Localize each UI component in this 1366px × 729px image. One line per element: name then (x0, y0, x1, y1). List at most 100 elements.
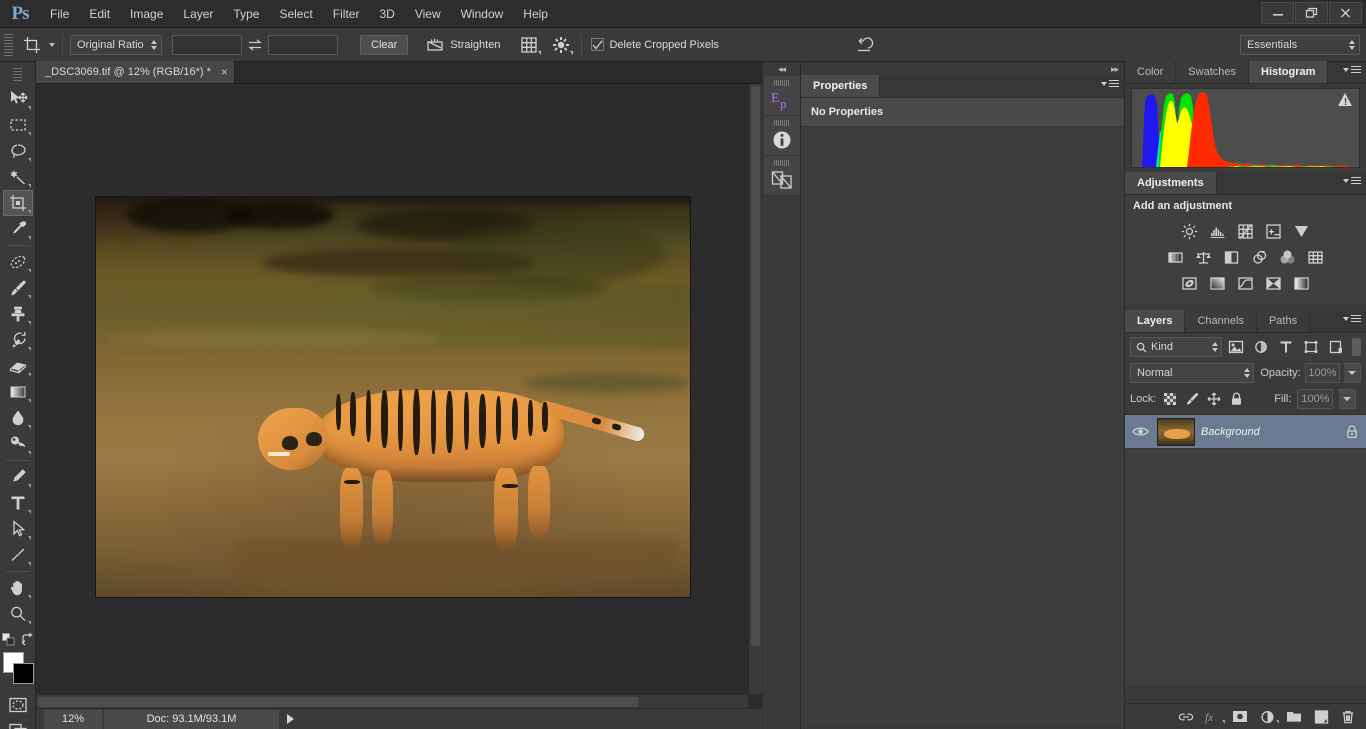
menu-layer[interactable]: Layer (173, 0, 223, 28)
tool-eyedropper[interactable] (3, 216, 33, 242)
crop-overlay-button[interactable] (516, 33, 542, 57)
histogram-panel-menu-button[interactable] (1343, 66, 1361, 73)
minimize-button[interactable] (1261, 2, 1294, 24)
filter-smart-object-layers-icon[interactable] (1325, 337, 1346, 357)
tool-zoom[interactable] (3, 601, 33, 627)
tool-clone-stamp[interactable] (3, 301, 33, 327)
tool-crop[interactable] (3, 190, 33, 216)
close-button[interactable] (1329, 2, 1362, 24)
canvas-area[interactable] (36, 84, 762, 708)
tool-pen[interactable] (3, 464, 33, 490)
blend-mode-select[interactable]: Normal (1130, 363, 1254, 383)
tool-eraser[interactable] (3, 353, 33, 379)
histogram-graph[interactable]: ! (1131, 88, 1360, 168)
tool-brush[interactable] (3, 275, 33, 301)
delete-cropped-pixels-checkbox[interactable]: Delete Cropped Pixels (591, 38, 718, 51)
default-colors-button[interactable] (2, 633, 15, 646)
menu-3d[interactable]: 3D (369, 0, 404, 28)
hue-saturation-adjustment-icon[interactable] (1166, 247, 1186, 267)
workspace-select[interactable]: Essentials (1240, 35, 1360, 55)
delete-cropped-pixels-checkbox-box[interactable] (591, 38, 604, 51)
filter-enable-toggle[interactable] (1352, 338, 1361, 356)
tool-gradient[interactable] (3, 379, 33, 405)
tool-line-shape[interactable] (3, 542, 33, 568)
exposure-adjustment-icon[interactable] (1264, 221, 1284, 241)
menu-image[interactable]: Image (120, 0, 173, 28)
menu-window[interactable]: Window (451, 0, 514, 28)
tab-properties[interactable]: Properties (801, 75, 880, 97)
document-tab[interactable]: _DSC3069.tif @ 12% (RGB/16*) * × (36, 61, 235, 83)
current-tool-preview-icon[interactable] (19, 33, 45, 57)
layers-panel-menu-button[interactable] (1343, 315, 1361, 322)
posterize-adjustment-icon[interactable] (1208, 273, 1228, 293)
tool-blur[interactable] (3, 405, 33, 431)
new-layer-button[interactable] (1313, 709, 1329, 725)
screen-mode-button[interactable] (3, 718, 33, 729)
zoom-level-field[interactable]: 12% (44, 710, 102, 729)
color-swatches[interactable] (1, 652, 35, 686)
color-balance-adjustment-icon[interactable] (1194, 247, 1214, 267)
tool-path-selection[interactable] (3, 516, 33, 542)
crop-height-input[interactable] (268, 35, 338, 55)
menu-select[interactable]: Select (269, 0, 322, 28)
options-bar-grip[interactable] (4, 34, 13, 56)
layer-row-background[interactable]: Background (1125, 415, 1366, 449)
filter-pixel-layers-icon[interactable] (1226, 337, 1247, 357)
add-layer-mask-button[interactable] (1232, 709, 1248, 725)
dock-collapse-button[interactable]: ◂◂ (763, 62, 800, 76)
threshold-adjustment-icon[interactable] (1236, 273, 1256, 293)
fill-value[interactable]: 100% (1297, 389, 1333, 409)
photo-filter-adjustment-icon[interactable] (1250, 247, 1270, 267)
tool-rectangular-marquee[interactable] (3, 112, 33, 138)
selective-color-adjustment-icon[interactable] (1264, 273, 1284, 293)
toolbox-grip[interactable] (13, 68, 22, 82)
swap-colors-button[interactable] (21, 633, 34, 646)
delete-layer-button[interactable] (1340, 709, 1356, 725)
tab-channels[interactable]: Channels (1185, 310, 1256, 332)
menu-view[interactable]: View (405, 0, 451, 28)
canvas-horizontal-scrollbar[interactable] (36, 694, 748, 708)
straighten-label[interactable]: Straighten (450, 39, 500, 51)
background-color-swatch[interactable] (13, 663, 34, 684)
tab-swatches[interactable]: Swatches (1176, 61, 1249, 83)
menu-file[interactable]: File (40, 0, 79, 28)
reset-tool-button[interactable] (851, 33, 877, 57)
brightness-contrast-adjustment-icon[interactable] (1180, 221, 1200, 241)
lock-transparent-pixels-icon[interactable] (1162, 391, 1178, 407)
tab-layers[interactable]: Layers (1125, 310, 1185, 332)
menu-type[interactable]: Type (223, 0, 269, 28)
crop-ratio-select[interactable]: Original Ratio (70, 35, 162, 55)
crop-settings-button[interactable] (548, 33, 574, 57)
expand-right-icon[interactable]: ▸▸ (1111, 64, 1118, 75)
curves-adjustment-icon[interactable] (1236, 221, 1256, 241)
lock-image-pixels-icon[interactable] (1184, 391, 1200, 407)
tab-color[interactable]: Color (1125, 61, 1176, 83)
tool-spot-healing-brush[interactable] (3, 249, 33, 275)
tool-magic-wand[interactable] (3, 164, 33, 190)
restore-button[interactable] (1295, 2, 1328, 24)
layer-filter-kind-select[interactable]: Kind (1130, 337, 1222, 357)
tool-move[interactable] (3, 86, 33, 112)
black-white-adjustment-icon[interactable] (1222, 247, 1242, 267)
tool-history-brush[interactable] (3, 327, 33, 353)
tool-dodge[interactable] (3, 431, 33, 457)
opacity-dropdown-button[interactable] (1344, 363, 1361, 383)
menu-help[interactable]: Help (513, 0, 558, 28)
layer-style-button[interactable]: fx (1205, 709, 1221, 725)
quick-mask-button[interactable] (3, 692, 33, 718)
tab-adjustments[interactable]: Adjustments (1125, 172, 1217, 194)
dock-properties-button[interactable]: E p (764, 76, 800, 116)
layer-thumbnail[interactable] (1157, 418, 1195, 446)
filter-type-layers-icon[interactable] (1276, 337, 1297, 357)
tool-hand[interactable] (3, 575, 33, 601)
document-image[interactable] (96, 197, 690, 597)
crop-width-input[interactable] (172, 35, 242, 55)
menu-filter[interactable]: Filter (323, 0, 370, 28)
layer-name[interactable]: Background (1201, 426, 1340, 438)
adjustments-panel-menu-button[interactable] (1343, 177, 1361, 184)
clear-button[interactable]: Clear (360, 35, 408, 55)
new-group-button[interactable] (1286, 709, 1302, 725)
status-expand-play-arrow-icon[interactable] (287, 714, 294, 724)
canvas-vertical-scrollbar[interactable] (748, 84, 762, 694)
lock-position-icon[interactable] (1206, 391, 1222, 407)
